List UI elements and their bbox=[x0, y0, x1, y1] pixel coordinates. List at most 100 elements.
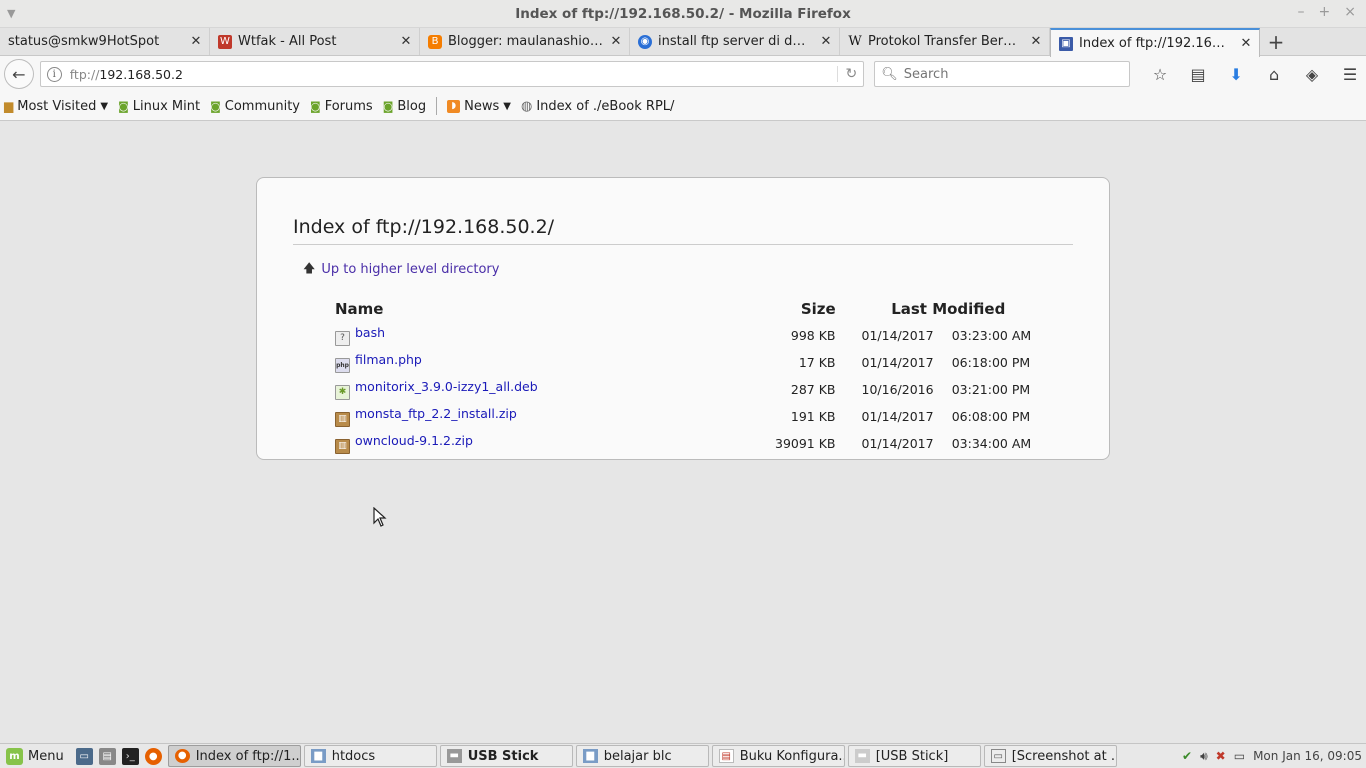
start-menu-label: Menu bbox=[28, 748, 64, 764]
tab-label: status@smkw9HotSpot bbox=[8, 34, 160, 49]
window-titlebar: ▼ Index of ftp://192.168.50.2/ - Mozilla… bbox=[0, 0, 1366, 28]
maximize-icon[interactable]: + bbox=[1319, 4, 1331, 20]
firefox-icon[interactable]: ● bbox=[144, 747, 162, 765]
minimize-icon[interactable]: – bbox=[1298, 4, 1305, 20]
file-size-cell: 287 KB bbox=[790, 382, 836, 397]
taskbar-window-usb-stick[interactable]: ▬ USB Stick bbox=[439, 745, 573, 767]
mouse-pointer-icon bbox=[373, 506, 387, 532]
bookmark-label: Linux Mint bbox=[132, 98, 201, 114]
taskbar-window-firefox[interactable]: ● Index of ftp://1... bbox=[167, 745, 301, 767]
close-tab-icon[interactable]: ✕ bbox=[819, 34, 833, 49]
column-header-last-modified[interactable]: Last Modified bbox=[862, 300, 1035, 322]
clock[interactable]: Mon Jan 16, 09:05 bbox=[1253, 749, 1362, 763]
page-title: Index of ftp://192.168.50.2/ bbox=[293, 216, 1073, 245]
show-desktop-icon[interactable]: ▭ bbox=[75, 747, 93, 765]
site-info-icon[interactable]: i bbox=[46, 66, 62, 82]
taskbar-window-buku-konfigurasi[interactable]: ▤ Buku Konfigura... bbox=[711, 745, 845, 767]
file-link[interactable]: filman.php bbox=[355, 352, 422, 367]
globe-blue-icon: ◉ bbox=[638, 34, 652, 49]
volume-icon[interactable]: 🔊︎ bbox=[1200, 749, 1208, 764]
tab-ftp-debian[interactable]: ◉ install ftp server di debia... ✕ bbox=[630, 28, 840, 55]
up-arrow-icon: 🡅 bbox=[303, 261, 316, 275]
taskbar-window-screenshot[interactable]: ▭ [Screenshot at ... bbox=[983, 745, 1117, 767]
column-header-size[interactable]: Size bbox=[775, 300, 862, 322]
file-time-cell: 03:21:00 PM bbox=[951, 382, 1031, 397]
tab-label: Protokol Transfer Berkas ... bbox=[868, 34, 1023, 49]
new-tab-button[interactable]: + bbox=[1260, 28, 1292, 55]
update-shield-icon[interactable]: ✔ bbox=[1182, 749, 1192, 763]
bookmark-forums[interactable]: ◙ Forums bbox=[310, 99, 373, 114]
search-bar[interactable]: 🔍︎ bbox=[874, 61, 1131, 87]
close-tab-icon[interactable]: ✕ bbox=[1239, 36, 1253, 51]
close-tab-icon[interactable]: ✕ bbox=[609, 34, 623, 49]
drive-icon: ▬ bbox=[854, 749, 870, 763]
file-link[interactable]: owncloud-9.1.2.zip bbox=[355, 433, 473, 448]
tab-label: Wtfak - All Post bbox=[238, 34, 337, 49]
bookmark-blog[interactable]: ◙ Blog bbox=[383, 99, 426, 114]
back-button[interactable]: ← bbox=[4, 59, 34, 89]
reload-icon[interactable]: ↻ bbox=[836, 66, 857, 82]
table-row: ✱ monitorix_3.9.0-izzy1_all.deb 287 KB 10… bbox=[335, 376, 1035, 403]
table-row: php filman.php 17 KB 01/14/2017 06:18:00 … bbox=[335, 349, 1035, 376]
file-manager-icon[interactable]: ▤ bbox=[98, 747, 116, 765]
tab-hotspot[interactable]: status@smkw9HotSpot ✕ bbox=[0, 28, 210, 55]
file-name-cell: ? bash bbox=[335, 322, 775, 349]
folder-icon: ▆ bbox=[310, 749, 326, 763]
mint-icon: ◙ bbox=[118, 99, 129, 113]
close-tab-icon[interactable]: ✕ bbox=[1029, 34, 1043, 49]
tab-wikipedia[interactable]: W Protokol Transfer Berkas ... ✕ bbox=[840, 28, 1050, 55]
bookmark-ebook-rpl[interactable]: ◍ Index of ./eBook RPL/ bbox=[521, 99, 674, 114]
taskbar-window-usb-stick-2[interactable]: ▬ [USB Stick] bbox=[847, 745, 981, 767]
download-icon[interactable]: ⬇ bbox=[1224, 65, 1248, 84]
window-menu-icon[interactable]: ▼ bbox=[7, 7, 15, 20]
bookmark-community[interactable]: ◙ Community bbox=[210, 99, 300, 114]
blogger-icon: B bbox=[428, 34, 442, 49]
bookmark-most-visited[interactable]: ▆ Most Visited ▼ bbox=[4, 99, 108, 114]
file-date-cell: 10/16/2016 bbox=[861, 382, 934, 397]
taskbar-window-label: USB Stick bbox=[467, 748, 539, 764]
column-header-name[interactable]: Name bbox=[335, 300, 775, 322]
back-arrow-icon: ← bbox=[12, 64, 26, 84]
bookmark-star-icon[interactable]: ☆ bbox=[1148, 65, 1172, 84]
tab-label: Blogger: maulanashio - B... bbox=[448, 34, 603, 49]
up-directory-link[interactable]: Up to higher level directory bbox=[321, 262, 499, 277]
close-tab-icon[interactable]: ✕ bbox=[189, 34, 203, 49]
search-input[interactable] bbox=[903, 66, 1124, 82]
url-bar[interactable]: i ftp://192.168.50.2 ↻ bbox=[39, 61, 865, 87]
deb-file-icon: ✱ bbox=[335, 385, 350, 400]
file-link[interactable]: monitorix_3.9.0-izzy1_all.deb bbox=[355, 379, 538, 394]
hamburger-menu-icon[interactable]: ☰ bbox=[1338, 65, 1362, 84]
file-date-cell: 01/14/2017 bbox=[861, 328, 934, 343]
close-window-icon[interactable]: × bbox=[1344, 4, 1356, 20]
taskbar-window-label: Index of ftp://1... bbox=[195, 748, 301, 764]
file-time-cell: 03:23:00 AM bbox=[951, 328, 1032, 343]
bookmark-label: Blog bbox=[397, 98, 427, 114]
table-row: ▥ owncloud-9.1.2.zip 39091 KB 01/14/2017 … bbox=[335, 430, 1035, 457]
url-text[interactable]: ftp://192.168.50.2 bbox=[70, 67, 829, 82]
start-menu-button[interactable]: m Menu bbox=[0, 747, 70, 765]
bookmark-news[interactable]: ◗ News ▼ bbox=[447, 99, 511, 114]
home-icon[interactable]: ⌂ bbox=[1262, 65, 1286, 84]
terminal-icon[interactable]: ›_ bbox=[121, 747, 139, 765]
taskbar-window-htdocs[interactable]: ▆ htdocs bbox=[303, 745, 437, 767]
firefox-icon: ● bbox=[174, 749, 190, 763]
table-row: ▥ monsta_ftp_2.2_install.zip 191 KB 01/14… bbox=[335, 403, 1035, 430]
taskbar-window-belajar-blc[interactable]: ▆ belajar blc bbox=[575, 745, 709, 767]
globe-icon: ◍ bbox=[520, 98, 533, 114]
reading-list-icon[interactable]: ▤ bbox=[1186, 65, 1210, 84]
tab-blogger[interactable]: B Blogger: maulanashio - B... ✕ bbox=[420, 28, 630, 55]
file-link[interactable]: monsta_ftp_2.2_install.zip bbox=[355, 406, 517, 421]
taskbar: m Menu ▭ ▤ ›_ ● ● Index of ftp://1... ▆ … bbox=[0, 743, 1366, 768]
pocket-icon[interactable]: ◈ bbox=[1300, 65, 1324, 84]
close-tab-icon[interactable]: ✕ bbox=[399, 34, 413, 49]
network-disconnected-icon[interactable]: ✖ bbox=[1216, 749, 1226, 763]
file-link[interactable]: bash bbox=[355, 325, 385, 340]
tab-wtfak[interactable]: W Wtfak - All Post ✕ bbox=[210, 28, 420, 55]
battery-icon[interactable]: ▭ bbox=[1234, 749, 1245, 763]
tab-ftp-index[interactable]: ▣ Index of ftp://192.168.50.2/ ✕ bbox=[1050, 28, 1260, 57]
screenshot-icon: ▭ bbox=[990, 749, 1006, 763]
tab-label: install ftp server di debia... bbox=[658, 34, 813, 49]
linux-mint-icon: m bbox=[6, 747, 23, 765]
mint-icon: ◙ bbox=[210, 99, 221, 113]
bookmark-linux-mint[interactable]: ◙ Linux Mint bbox=[118, 99, 200, 114]
